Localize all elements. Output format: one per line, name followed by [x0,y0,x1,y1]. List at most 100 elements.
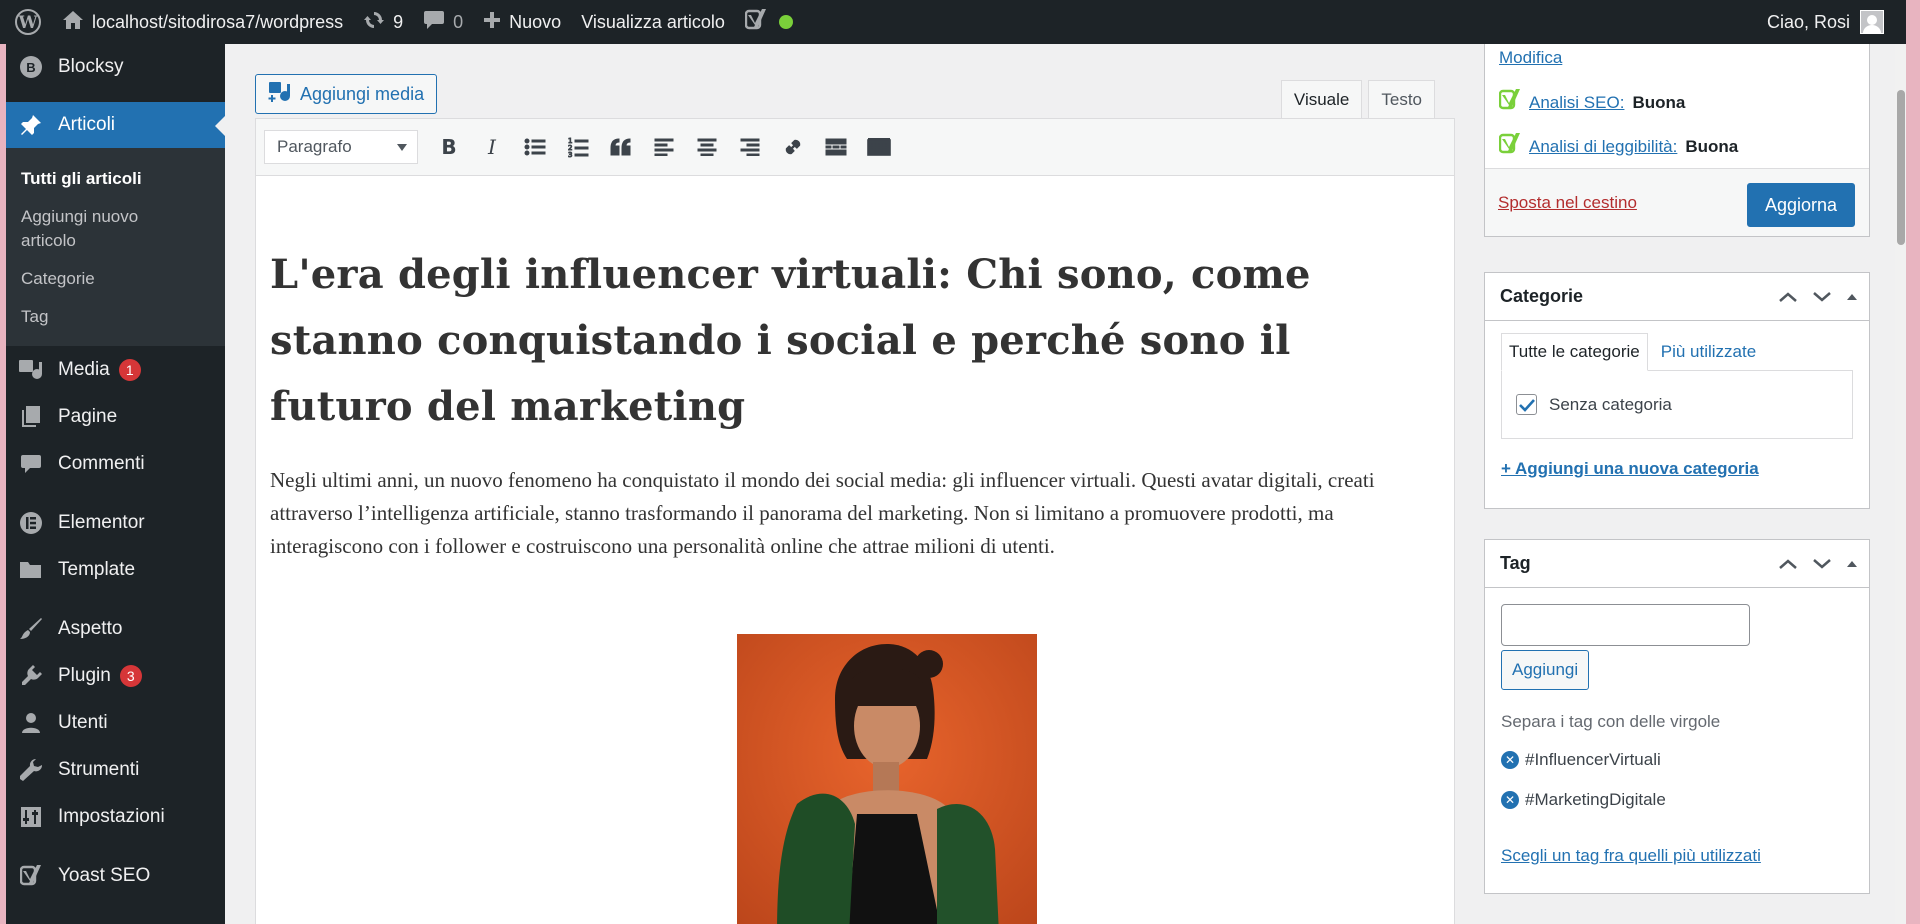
numbered-list-icon: 123 [567,137,588,158]
sidebar-item-label: Blocksy [58,56,124,77]
move-to-trash-link[interactable]: Sposta nel cestino [1498,193,1637,213]
add-media-label: Aggiungi media [300,83,425,104]
tags-box: Tag Aggiungi Separa i tag con delle virg… [1484,539,1870,894]
sidebar-item-template[interactable]: Template [6,546,225,593]
add-new-category-link[interactable]: + Aggiungi una nuova categoria [1501,459,1759,479]
choose-popular-tags-link[interactable]: Scegli un tag fra quelli più utilizzati [1501,846,1761,866]
chevron-up-icon[interactable] [1777,290,1799,304]
updates-icon [363,9,385,36]
chevron-up-icon[interactable] [1777,557,1799,571]
seo-analysis-link[interactable]: Analisi SEO: [1529,93,1624,113]
new-tag-input[interactable] [1501,604,1750,646]
my-account-menu[interactable]: Ciao, Rosi [1767,10,1906,34]
sidebar-item-label: Template [58,558,136,580]
admin-bar: W localhost/sitodirosa7/wordpress 9 0 Nu… [0,0,1906,44]
category-tabs: Tutte le categorie Più utilizzate [1501,333,1869,371]
seo-analysis-row: Analisi SEO: Buona [1498,88,1686,117]
post-featured-image[interactable] [737,634,1037,924]
new-content-link[interactable]: Nuovo [473,0,571,44]
editor-content[interactable]: L'era degli influencer virtuali: Chi son… [256,176,1454,563]
sidebar-item-utenti[interactable]: Utenti [6,699,225,746]
add-tag-button[interactable]: Aggiungi [1501,650,1590,690]
blocksy-icon: B [18,54,44,80]
bullet-list-button[interactable] [516,129,553,166]
numbered-list-button[interactable]: 123 [559,129,596,166]
tab-text[interactable]: Testo [1368,80,1435,118]
sidebar-item-pagine[interactable]: Pagine [6,393,225,440]
categories-box-header: Categorie [1485,273,1869,321]
align-left-button[interactable] [645,129,682,166]
bold-icon: B [441,137,456,157]
yoast-adminbar-menu[interactable] [735,0,803,44]
pages-icon [18,404,44,430]
submenu-categories[interactable]: Categorie [6,260,225,298]
sidebar-item-label: Articoli [58,114,116,135]
read-more-icon [825,138,846,156]
new-label: Nuovo [509,11,562,32]
sidebar-item-label: Pagine [58,405,118,427]
submenu-add-new-post[interactable]: Aggiungi nuovo articolo [6,198,156,260]
readability-value: Buona [1685,136,1739,156]
italic-button[interactable]: I [473,129,510,166]
scrollbar-thumb[interactable] [1897,90,1905,245]
user-icon [18,710,44,736]
folder-icon [18,557,44,583]
tab-most-used[interactable]: Più utilizzate [1654,333,1763,371]
categories-title: Categorie [1500,286,1584,306]
align-center-button[interactable] [688,129,725,166]
view-post-link[interactable]: Visualizza articolo [571,0,735,44]
tags-hint: Separa i tag con delle virgole [1501,712,1721,731]
toolbar-toggle-button[interactable] [860,129,897,166]
comments-link[interactable]: 0 [413,0,473,44]
chevron-down-icon[interactable] [1811,290,1833,304]
align-right-button[interactable] [731,129,768,166]
svg-text:B: B [441,137,456,157]
format-select[interactable]: Paragrafo [264,130,418,164]
tab-visual[interactable]: Visuale [1280,80,1363,118]
submenu-tags[interactable]: Tag [6,298,225,336]
modify-visibility-link[interactable]: Modifica [1499,48,1562,68]
remove-tag-icon[interactable]: ✕ [1501,751,1519,769]
collapse-triangle-icon[interactable] [1845,290,1859,304]
collapse-triangle-icon[interactable] [1845,557,1859,571]
publish-actions: Sposta nel cestino Aggiorna [1485,168,1869,236]
sidebar-item-impostazioni[interactable]: Impostazioni [6,793,225,840]
seo-analysis-value: Buona [1632,92,1686,112]
window-frame-left [0,44,6,924]
submenu-all-posts[interactable]: Tutti gli articoli [6,160,225,198]
comment-bubble-icon [423,10,445,35]
sidebar-item-plugin[interactable]: Plugin 3 [6,652,225,699]
tab-all-categories[interactable]: Tutte le categorie [1501,333,1648,371]
site-name-link[interactable]: localhost/sitodirosa7/wordpress [52,0,353,44]
tag-label: #InfluencerVirtuali [1525,750,1661,769]
bold-button[interactable]: B [430,129,467,166]
sidebar-item-blocksy[interactable]: B Blocksy [6,44,225,90]
remove-tag-icon[interactable]: ✕ [1501,791,1519,809]
add-media-button[interactable]: Aggiungi media [255,74,438,114]
updates-link[interactable]: 9 [353,0,413,44]
updates-count: 9 [393,11,404,32]
category-label: Senza categoria [1549,394,1672,414]
insert-link-button[interactable] [774,129,811,166]
plugin-icon [18,663,44,689]
update-button[interactable]: Aggiorna [1746,183,1855,227]
sidebar-item-articoli[interactable]: Articoli [6,102,225,148]
quote-icon [610,138,630,156]
blockquote-button[interactable] [602,129,639,166]
sidebar-item-commenti[interactable]: Commenti [6,440,225,487]
view-post-label: Visualizza articolo [581,11,725,32]
sidebar-item-elementor[interactable]: Elementor [6,499,225,546]
elementor-icon [18,510,44,536]
sidebar-item-media[interactable]: Media 1 [6,346,225,393]
read-more-button[interactable] [817,129,854,166]
sidebar-item-strumenti[interactable]: Strumenti [6,746,225,793]
sidebar-item-aspetto[interactable]: Aspetto [6,605,225,652]
category-checkbox[interactable] [1516,394,1537,415]
categories-box: Categorie Tutte le categorie Più utilizz… [1484,272,1870,509]
readability-link[interactable]: Analisi di leggibilità: [1529,137,1677,157]
wordpress-logo-icon[interactable]: W [0,0,52,44]
sidebar-item-label: Commenti [58,452,145,474]
italic-icon: I [487,137,497,157]
sidebar-item-yoast[interactable]: Yoast SEO [6,852,225,899]
chevron-down-icon[interactable] [1811,557,1833,571]
